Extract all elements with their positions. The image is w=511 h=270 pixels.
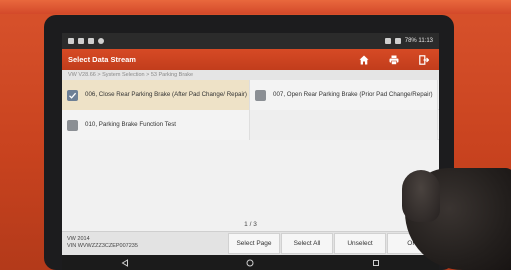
list-item[interactable]: 010, Parking Brake Function Test [62,110,250,140]
page-title: Select Data Stream [68,55,136,64]
breadcrumb: VW V28.66 > System Selection > 53 Parkin… [62,70,439,80]
item-label: 010, Parking Brake Function Test [85,121,177,129]
checkbox[interactable] [67,119,78,131]
exit-icon [419,54,429,65]
notification-icon [68,38,74,44]
back-icon[interactable] [121,258,129,267]
app-header: Select Data Stream [62,49,439,70]
vehicle-model: VW 2014 [67,236,90,242]
checkbox-checked[interactable] [67,89,78,101]
exit-button[interactable] [409,49,439,70]
grid-row: 010, Parking Brake Function Test [62,110,439,140]
status-bar: 78% 11:13 [62,33,439,49]
app-screen: 78% 11:13 Select Data Stream VW V28.66 >… [62,33,439,255]
item-label: 007, Open Rear Parking Brake (Prior Pad … [273,91,433,99]
footer-bar: VW 2014 VIN WVWZZZ3CZEP007235 Select Pag… [62,231,439,255]
vehicle-info: VW 2014 VIN WVWZZZ3CZEP007235 [62,232,228,255]
checkbox[interactable] [255,89,266,101]
grid-row: 006, Close Rear Parking Brake (After Pad… [62,80,439,110]
android-nav-bar [62,255,439,270]
home-button[interactable] [349,49,379,70]
list-item[interactable]: 007, Open Rear Parking Brake (Prior Pad … [250,80,438,110]
battery-and-clock: 78% 11:13 [404,38,433,44]
bluetooth-icon [384,38,391,44]
sync-icon [98,38,104,44]
select-page-button[interactable]: Select Page [228,233,280,254]
device-top-edge [0,0,511,14]
vehicle-vin: VIN WVWZZZ3CZEP007235 [67,243,138,249]
page-indicator: 1 / 3 [244,221,257,228]
wifi-icon [394,38,401,44]
print-button[interactable] [379,49,409,70]
item-label: 006, Close Rear Parking Brake (After Pad… [85,91,247,99]
message-icon [88,38,94,44]
unselect-button[interactable]: Unselect [334,233,386,254]
home-circle-icon[interactable] [246,259,254,267]
user-finger [402,170,440,222]
location-icon [78,38,84,44]
select-all-button[interactable]: Select All [281,233,333,254]
recent-apps-icon[interactable] [372,259,380,267]
list-item[interactable]: 006, Close Rear Parking Brake (After Pad… [62,80,250,110]
data-stream-grid: 006, Close Rear Parking Brake (After Pad… [62,80,439,140]
home-icon [359,55,369,64]
print-icon [389,55,399,65]
check-icon [69,92,77,99]
empty-cell [250,110,438,140]
